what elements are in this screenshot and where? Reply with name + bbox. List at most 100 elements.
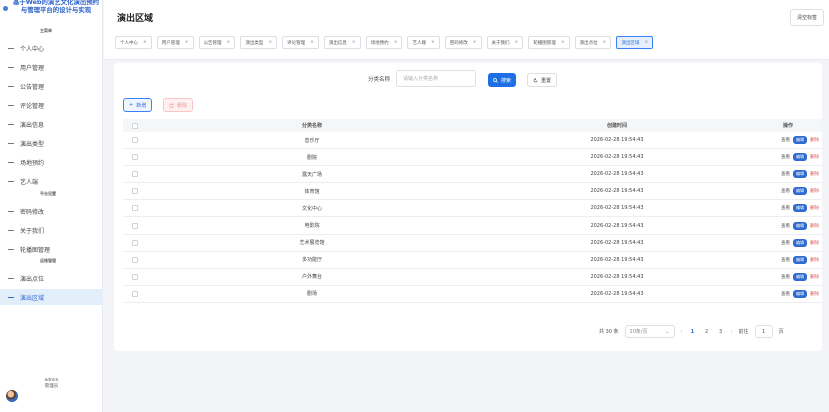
close-icon[interactable]: × <box>515 40 519 45</box>
delete-button[interactable]: 删除 <box>810 291 819 297</box>
close-icon[interactable]: × <box>644 40 648 45</box>
tab-show-types[interactable]: 演出类型 × <box>240 36 278 49</box>
sidebar-item-notices[interactable]: 公告管理 <box>0 78 103 94</box>
edit-button[interactable]: 编辑 <box>793 204 807 213</box>
edit-button[interactable]: 编辑 <box>793 255 807 264</box>
tab-comments[interactable]: 评论管理 × <box>282 36 319 49</box>
next-page-icon[interactable]: › <box>731 329 733 335</box>
clear-tabs-button[interactable]: 清空标签 <box>789 9 824 26</box>
batch-delete-button[interactable]: 删除 <box>163 98 194 112</box>
close-icon[interactable]: × <box>143 40 147 45</box>
view-button[interactable]: 查看 <box>781 171 790 177</box>
close-icon[interactable]: × <box>352 40 356 45</box>
search-input[interactable] <box>396 70 476 87</box>
sidebar-item-users[interactable]: 用户管理 <box>0 59 103 75</box>
delete-button[interactable]: 删除 <box>810 154 819 160</box>
delete-button[interactable]: 删除 <box>810 205 819 211</box>
edit-button[interactable]: 编辑 <box>793 289 807 298</box>
close-icon[interactable]: × <box>268 40 272 45</box>
sidebar-item-show-areas[interactable]: 演出区域 <box>0 289 103 305</box>
sidebar-item-about[interactable]: 关于我们 <box>0 222 103 238</box>
page-2[interactable]: 2 <box>703 329 711 335</box>
close-icon[interactable]: × <box>561 40 565 45</box>
edit-button[interactable]: 编辑 <box>793 187 807 196</box>
tab-password[interactable]: 密码修改 × <box>444 36 482 49</box>
row-checkbox[interactable] <box>132 137 138 144</box>
avatar[interactable] <box>6 390 18 402</box>
edit-button[interactable]: 编辑 <box>793 153 807 162</box>
row-checkbox[interactable] <box>132 290 138 297</box>
row-checkbox[interactable] <box>132 273 138 280</box>
tab-about[interactable]: 关于我们 × <box>486 36 524 49</box>
row-checkbox[interactable] <box>132 171 138 178</box>
edit-button[interactable]: 编辑 <box>793 272 807 281</box>
sidebar-item-carousel[interactable]: 轮播图管理 <box>0 241 103 257</box>
row-checkbox[interactable] <box>132 188 138 195</box>
reset-button[interactable]: 重置 <box>527 73 558 87</box>
delete-button[interactable]: 删除 <box>810 171 819 177</box>
view-button[interactable]: 查看 <box>781 188 790 194</box>
sidebar-item-artists[interactable]: 艺人端 <box>0 173 103 189</box>
delete-button[interactable]: 删除 <box>810 188 819 194</box>
row-checkbox[interactable] <box>132 205 138 212</box>
sidebar-item-profile[interactable]: 个人中心 <box>0 40 103 56</box>
view-button[interactable]: 查看 <box>781 137 790 143</box>
tab-venue-booking[interactable]: 场地预约 × <box>365 36 403 49</box>
view-button[interactable]: 查看 <box>781 274 790 280</box>
delete-button[interactable]: 删除 <box>810 137 819 143</box>
cell-ops: 查看 编辑 删除 <box>757 238 822 247</box>
prev-page-icon[interactable]: ‹ <box>681 329 683 335</box>
sidebar-item-password[interactable]: 密码修改 <box>0 203 103 219</box>
content-card: 分类名称 搜索 重置 + 新增 删除 分类名称 创建时间 操作 音乐厅 2026-… <box>114 63 822 351</box>
tab-notices[interactable]: 公告管理 × <box>198 36 236 49</box>
sidebar-item-comments[interactable]: 评论管理 <box>0 97 103 113</box>
sidebar-item-label: 关于我们 <box>20 227 45 235</box>
edit-button[interactable]: 编辑 <box>793 136 807 145</box>
close-icon[interactable]: × <box>227 40 231 45</box>
edit-button[interactable]: 编辑 <box>793 221 807 230</box>
edit-button[interactable]: 编辑 <box>793 170 807 179</box>
row-checkbox[interactable] <box>132 154 138 161</box>
add-button[interactable]: + 新增 <box>123 98 153 112</box>
view-button[interactable]: 查看 <box>781 223 790 229</box>
page-size-select[interactable]: 10条/页 ⌄ <box>624 325 675 338</box>
view-button[interactable]: 查看 <box>781 154 790 160</box>
page-1[interactable]: 1 <box>689 329 697 335</box>
tab-profile[interactable]: 个人中心 × <box>115 36 152 49</box>
tab-show-spots[interactable]: 演出点位 × <box>574 36 612 49</box>
tab-label: 演出区域 <box>621 40 640 46</box>
view-button[interactable]: 查看 <box>781 205 790 211</box>
edit-button[interactable]: 编辑 <box>793 238 807 247</box>
close-icon[interactable]: × <box>431 40 435 45</box>
tab-artists[interactable]: 艺人端 × <box>407 36 440 49</box>
row-checkbox[interactable] <box>132 239 138 246</box>
close-icon[interactable]: × <box>310 40 314 45</box>
delete-button[interactable]: 删除 <box>810 257 819 263</box>
row-checkbox[interactable] <box>132 256 138 263</box>
view-button[interactable]: 查看 <box>781 257 790 263</box>
view-button[interactable]: 查看 <box>781 240 790 246</box>
tab-shows[interactable]: 演出信息 × <box>323 36 361 49</box>
delete-button[interactable]: 删除 <box>810 240 819 246</box>
sidebar-item-show-spots[interactable]: 演出点位 <box>0 270 103 286</box>
close-icon[interactable]: × <box>394 40 398 45</box>
sidebar-item-label: 演出点位 <box>20 275 45 283</box>
row-checkbox[interactable] <box>132 222 138 229</box>
delete-button[interactable]: 删除 <box>810 223 819 229</box>
sidebar-item-label: 密码修改 <box>20 208 45 216</box>
tab-carousel[interactable]: 轮播图管理 × <box>528 36 570 49</box>
view-button[interactable]: 查看 <box>781 291 790 297</box>
page-3[interactable]: 3 <box>717 329 725 335</box>
sidebar-item-venue-booking[interactable]: 场地预约 <box>0 154 103 170</box>
sidebar-item-show-types[interactable]: 演出类型 <box>0 135 103 151</box>
close-icon[interactable]: × <box>603 40 607 45</box>
sidebar-item-shows[interactable]: 演出信息 <box>0 116 103 132</box>
search-button[interactable]: 搜索 <box>488 73 517 87</box>
close-icon[interactable]: × <box>185 40 189 45</box>
select-all-checkbox[interactable] <box>132 122 138 129</box>
goto-page-input[interactable]: 1 <box>754 325 773 338</box>
close-icon[interactable]: × <box>473 40 477 45</box>
tab-users[interactable]: 用户管理 × <box>156 36 194 49</box>
delete-button[interactable]: 删除 <box>810 274 819 280</box>
tab-show-areas[interactable]: 演出区域 × <box>616 36 654 49</box>
